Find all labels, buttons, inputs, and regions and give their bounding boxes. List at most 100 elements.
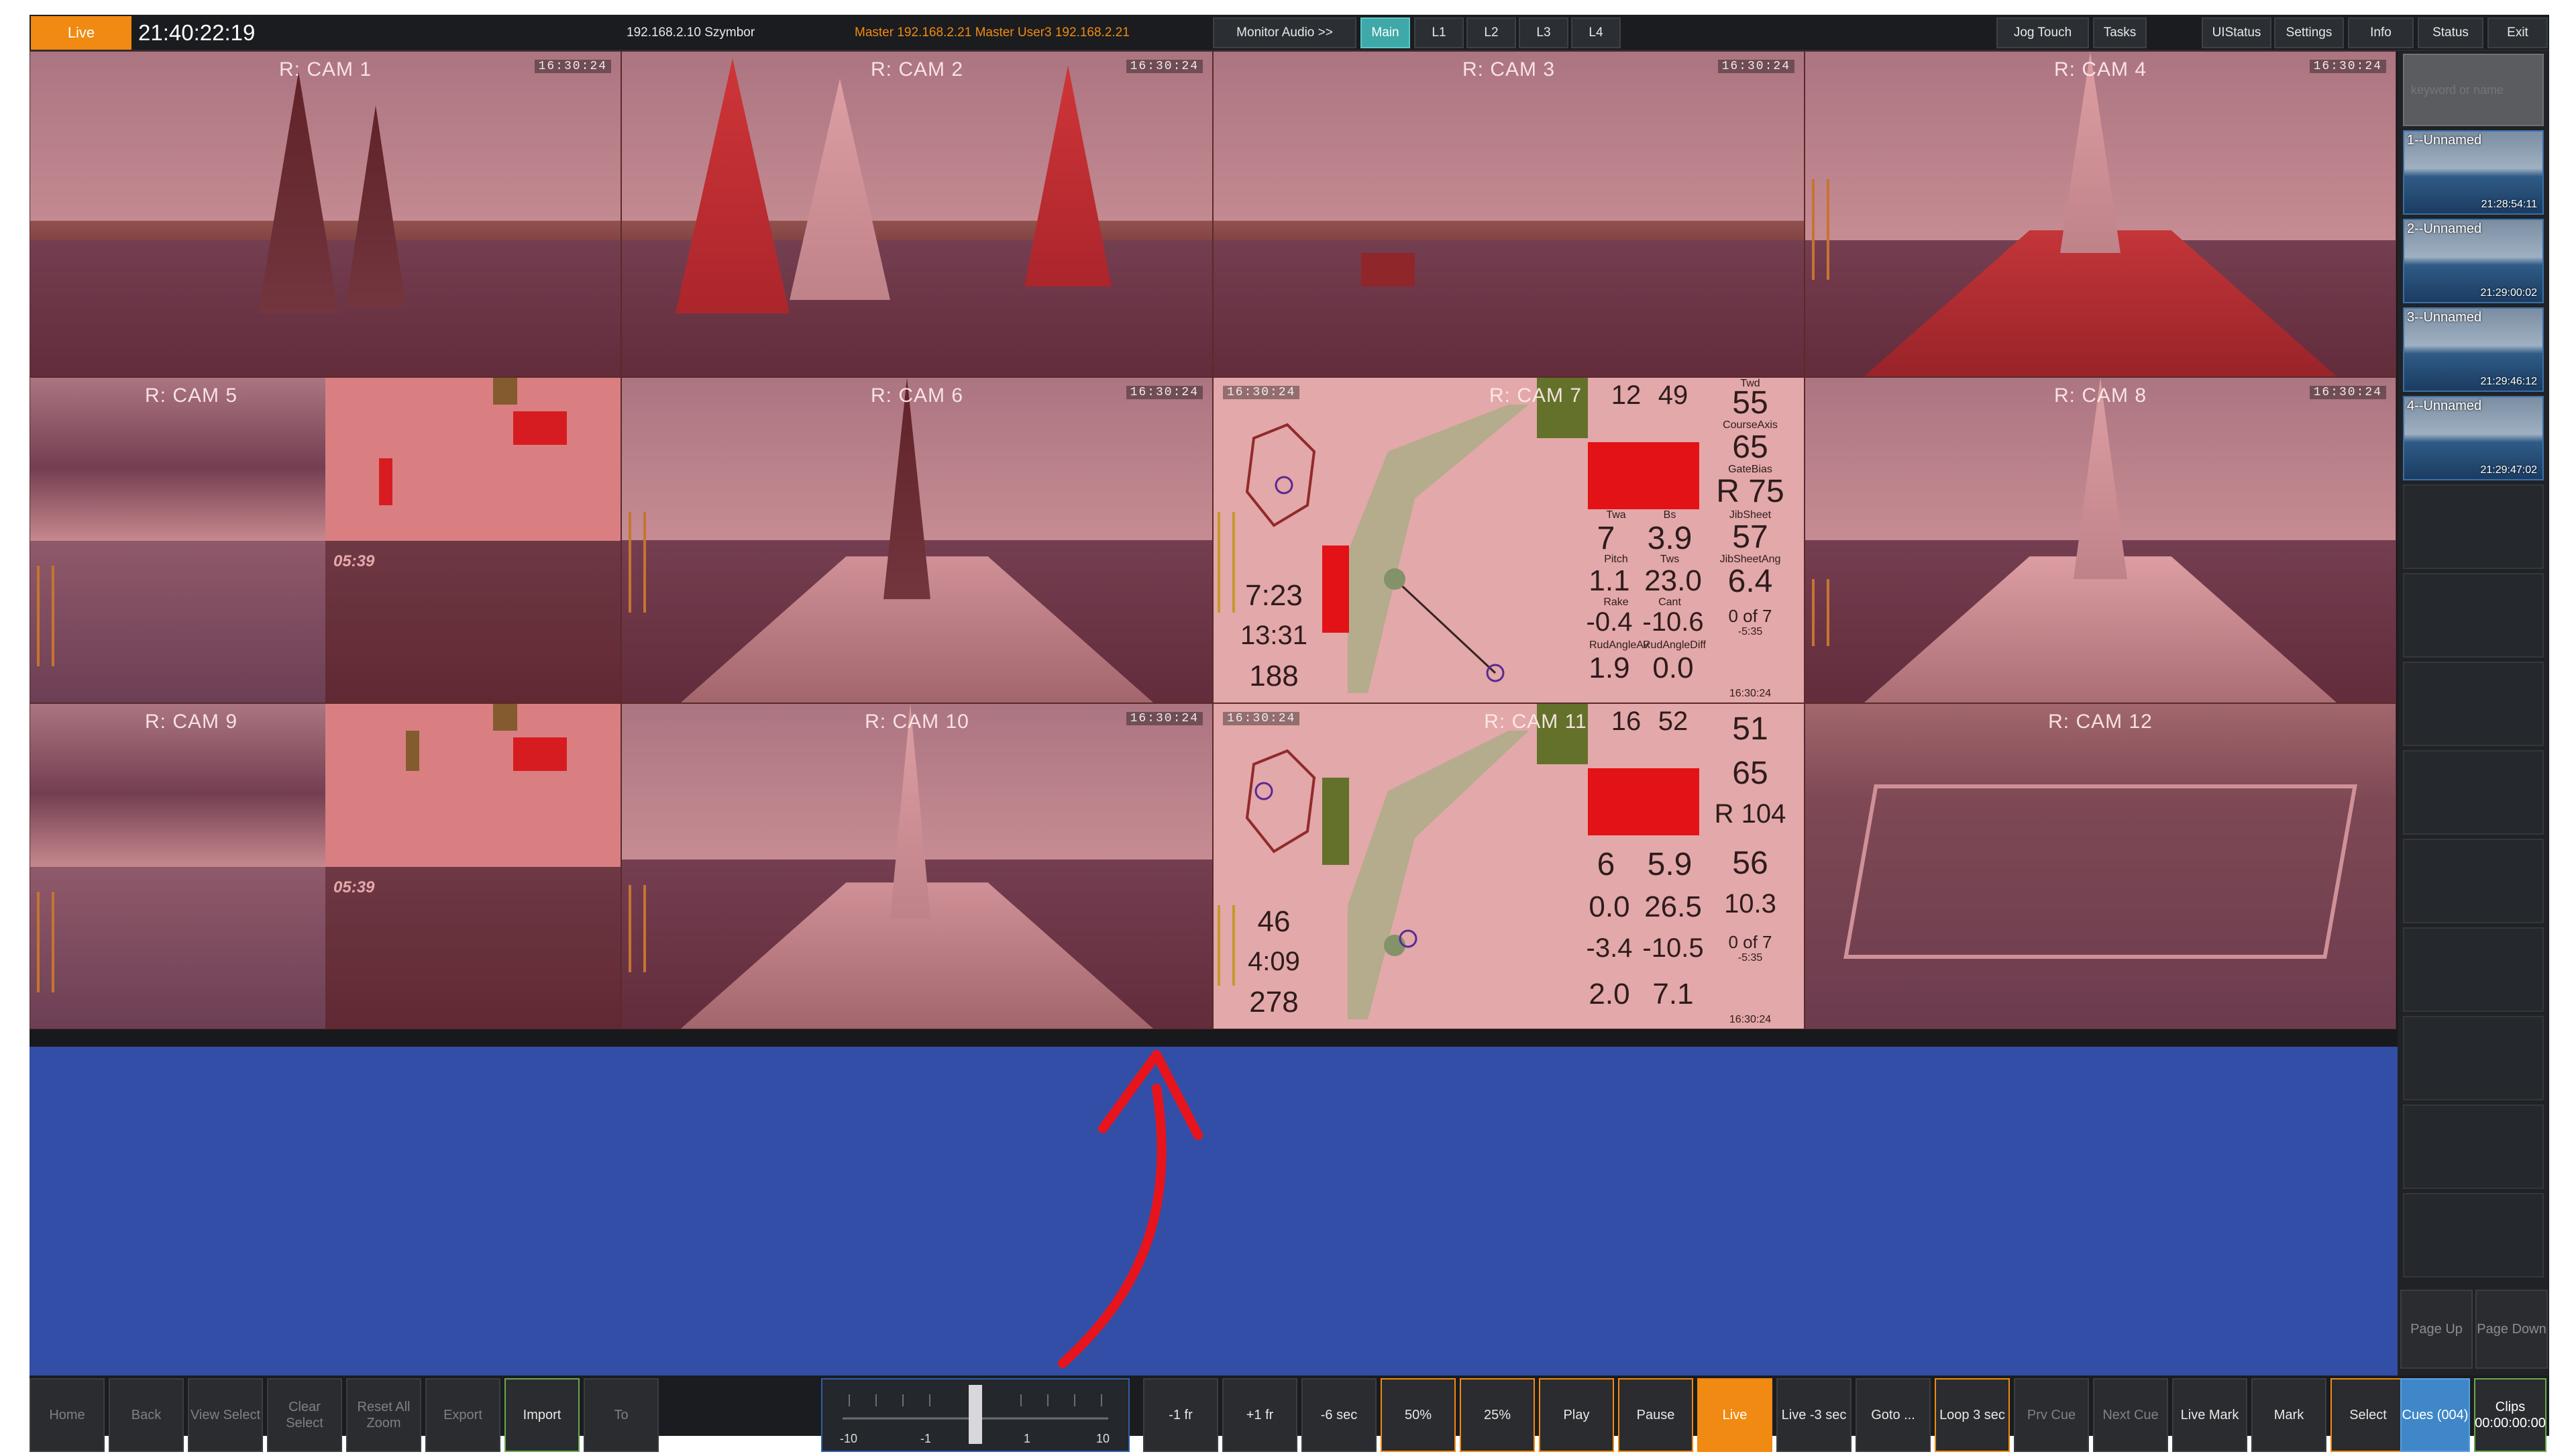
jog-tick-label: 1 xyxy=(1024,1432,1031,1445)
camera-timecode: 16:30:24 xyxy=(2309,60,2386,73)
camera-label: R: CAM 6 xyxy=(870,384,964,407)
page-up-button[interactable]: Page Up xyxy=(2400,1290,2473,1369)
clip-time: 21:28:54:11 xyxy=(2481,199,2537,210)
layout-main-button[interactable]: Main xyxy=(1360,17,1410,48)
tasks-button[interactable]: Tasks xyxy=(2093,17,2147,48)
empty-clip-slot[interactable] xyxy=(2403,1016,2544,1100)
camera-label: R: CAM 10 xyxy=(865,711,969,733)
camera-tile-10[interactable]: R: CAM 10 16:30:24 xyxy=(621,703,1213,1029)
camera-label: R: CAM 12 xyxy=(2048,711,2153,733)
empty-clip-slot[interactable] xyxy=(2403,662,2544,746)
empty-clip-slot[interactable] xyxy=(2403,1193,2544,1278)
minus-6-sec-button[interactable]: -6 sec xyxy=(1301,1378,1377,1452)
jog-tick-label: 10 xyxy=(1096,1432,1110,1445)
view-select-button[interactable]: View Select xyxy=(188,1378,263,1452)
settings-button[interactable]: Settings xyxy=(2274,17,2344,48)
camera-tile-8[interactable]: R: CAM 8 16:30:24 xyxy=(1805,377,2396,703)
camera-tile-4[interactable]: R: CAM 4 16:30:24 xyxy=(1805,51,2396,377)
camera-label: R: CAM 8 xyxy=(2053,384,2147,407)
speed-25-button[interactable]: 25% xyxy=(1460,1378,1535,1452)
clip-thumbnail-2[interactable]: 2--Unnamed 21:29:00:02 xyxy=(2403,219,2544,303)
camera-tile-6[interactable]: R: CAM 6 16:30:24 xyxy=(621,377,1213,703)
clip-name: 2--Unnamed xyxy=(2407,221,2482,236)
mark-button[interactable]: Mark xyxy=(2251,1378,2326,1452)
camera-label: R: CAM 7 xyxy=(1489,384,1582,407)
clip-name: 1--Unnamed xyxy=(2407,133,2482,148)
camera-tile-11[interactable]: 16 52 51 65 R 104 56 10.3 6 5.9 0.0 26.5… xyxy=(1213,703,1805,1029)
layout-l2-button[interactable]: L2 xyxy=(1466,17,1516,48)
clip-time: 21:29:47:02 xyxy=(2480,464,2537,476)
empty-clip-slot[interactable] xyxy=(2403,839,2544,923)
minus-frame-button[interactable]: -1 fr xyxy=(1143,1378,1218,1452)
jog-track xyxy=(843,1385,1108,1444)
status-button[interactable]: Status xyxy=(2418,17,2483,48)
clear-select-button[interactable]: Clear Select xyxy=(267,1378,342,1452)
clip-thumbnail-3[interactable]: 3--Unnamed 21:29:46:12 xyxy=(2403,307,2544,392)
camera-label: R: CAM 1 xyxy=(278,58,372,81)
back-button[interactable]: Back xyxy=(109,1378,184,1452)
info-button[interactable]: Info xyxy=(2348,17,2414,48)
prev-cue-button[interactable]: Prv Cue xyxy=(2014,1378,2089,1452)
clips-button[interactable]: Clips 00:00:00:00 xyxy=(2474,1378,2546,1452)
camera-timecode: 16:30:24 xyxy=(1126,60,1203,73)
plus-frame-button[interactable]: +1 fr xyxy=(1222,1378,1297,1452)
camera-tile-1[interactable]: R: CAM 1 16:30:24 xyxy=(30,51,621,377)
jog-tick-label: -1 xyxy=(920,1432,932,1445)
camera-tile-2[interactable]: R: CAM 2 16:30:24 xyxy=(621,51,1213,377)
camera-tile-12[interactable]: R: CAM 12 xyxy=(1805,703,2396,1029)
cues-button[interactable]: Cues (004) xyxy=(2400,1378,2470,1452)
import-button[interactable]: Import xyxy=(504,1378,580,1452)
live-button[interactable]: Live xyxy=(1697,1378,1772,1452)
camera-label: R: CAM 3 xyxy=(1462,58,1556,81)
empty-playout-area[interactable] xyxy=(30,1047,2398,1375)
camera-timecode: 16:30:24 xyxy=(1223,712,1300,725)
jog-handle[interactable] xyxy=(969,1385,982,1444)
camera-timecode: 16:30:24 xyxy=(1126,386,1203,399)
select-button[interactable]: Select xyxy=(2330,1378,2406,1452)
live-mark-button[interactable]: Live Mark xyxy=(2172,1378,2247,1452)
camera-tile-9[interactable]: 05:39 R: CAM 9 xyxy=(30,703,621,1029)
layout-l1-button[interactable]: L1 xyxy=(1414,17,1464,48)
camera-tile-3[interactable]: R: CAM 3 16:30:24 xyxy=(1213,51,1805,377)
camera-timecode: 16:30:24 xyxy=(1223,386,1300,399)
clip-thumbnail-1[interactable]: 1--Unnamed 21:28:54:11 xyxy=(2403,130,2544,215)
empty-clip-slot[interactable] xyxy=(2403,573,2544,658)
timecode-clock: 21:40:22:19 xyxy=(138,20,256,45)
exit-button[interactable]: Exit xyxy=(2487,17,2548,48)
play-button[interactable]: Play xyxy=(1539,1378,1614,1452)
clips-panel: 1--Unnamed 21:28:54:11 2--Unnamed 21:29:… xyxy=(2398,51,2549,1375)
clip-name: 4--Unnamed xyxy=(2407,399,2482,413)
empty-clip-slot[interactable] xyxy=(2403,927,2544,1012)
home-button[interactable]: Home xyxy=(30,1378,105,1452)
host-info: 192.168.2.10 Szymbor xyxy=(627,25,755,40)
clip-thumbnail-4[interactable]: 4--Unnamed 21:29:47:02 xyxy=(2403,396,2544,480)
search-input[interactable] xyxy=(2403,54,2544,126)
master-info: Master 192.168.2.21 Master User3 192.168… xyxy=(855,25,1130,40)
next-cue-button[interactable]: Next Cue xyxy=(2093,1378,2168,1452)
loop-3-sec-button[interactable]: Loop 3 sec xyxy=(1935,1378,2010,1452)
camera-grid: R: CAM 1 16:30:24 R: CAM 2 16:30:24 R: C… xyxy=(30,51,2398,1047)
camera-tile-5[interactable]: 05:39 R: CAM 5 xyxy=(30,377,621,703)
monitor-audio-button[interactable]: Monitor Audio >> xyxy=(1213,17,1356,48)
jog-tick-label: -10 xyxy=(840,1432,858,1445)
speed-50-button[interactable]: 50% xyxy=(1381,1378,1456,1452)
clip-name: 3--Unnamed xyxy=(2407,310,2482,325)
jog-shuttle[interactable]: -10 -1 1 10 xyxy=(821,1378,1130,1452)
pause-button[interactable]: Pause xyxy=(1618,1378,1693,1452)
empty-clip-slot[interactable] xyxy=(2403,750,2544,835)
export-button[interactable]: Export xyxy=(425,1378,500,1452)
empty-clip-slot[interactable] xyxy=(2403,1104,2544,1189)
live-badge[interactable]: Live xyxy=(31,16,131,50)
live-minus-3-sec-button[interactable]: Live -3 sec xyxy=(1776,1378,1851,1452)
empty-clip-slot[interactable] xyxy=(2403,484,2544,569)
uistatus-button[interactable]: UIStatus xyxy=(2202,17,2271,48)
page-down-button[interactable]: Page Down xyxy=(2475,1290,2548,1369)
reset-zoom-button[interactable]: Reset All Zoom xyxy=(346,1378,421,1452)
layout-l3-button[interactable]: L3 xyxy=(1519,17,1568,48)
layout-l4-button[interactable]: L4 xyxy=(1571,17,1621,48)
goto-button[interactable]: Goto ... xyxy=(1856,1378,1931,1452)
camera-timecode: 16:30:24 xyxy=(1717,60,1794,73)
camera-tile-7[interactable]: 12 49 Twd 55 CourseAxis 65 GateBias R 75… xyxy=(1213,377,1805,703)
jog-touch-button[interactable]: Jog Touch xyxy=(1996,17,2089,48)
to-button[interactable]: To xyxy=(584,1378,659,1452)
